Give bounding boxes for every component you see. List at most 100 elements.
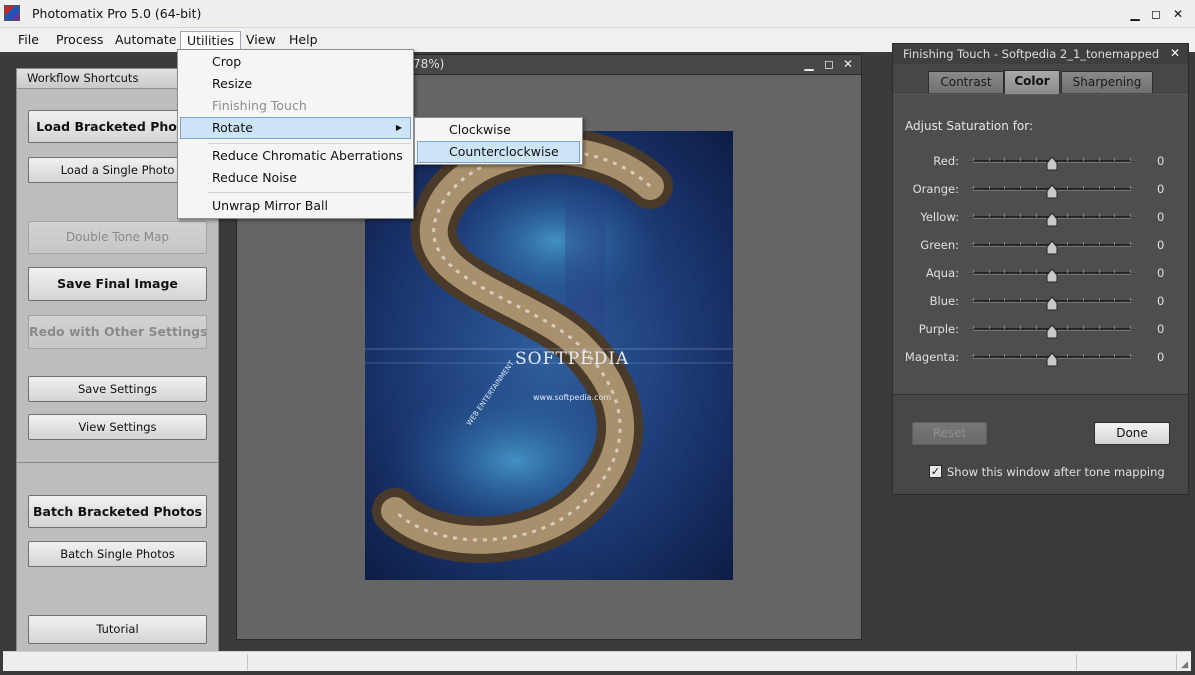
menu-item-reduce-chromatic-aberrations[interactable]: Reduce Chromatic Aberrations [180,145,411,167]
slider-thumb[interactable] [1046,213,1058,227]
saturation-slider-row: Green: 0 [893,236,1188,256]
slider-tick [1036,242,1037,245]
slider-thumb[interactable] [1046,157,1058,171]
saturation-slider-row: Blue: 0 [893,292,1188,312]
close-icon[interactable]: ✕ [840,56,856,72]
saturation-slider-row: Magenta: 0 [893,348,1188,368]
saturation-value: 0 [1157,154,1165,168]
slider-tick [1067,354,1068,357]
color-tab-body: Adjust Saturation for: Red: 0 Orange: 0 Yell… [893,94,1188,395]
tutorial-button[interactable]: Tutorial [28,615,207,644]
menu-item-crop[interactable]: Crop [180,51,411,73]
saturation-slider-row: Purple: 0 [893,320,1188,340]
menu-item-reduce-noise[interactable]: Reduce Noise [180,167,411,189]
menu-file[interactable]: File [12,31,45,51]
slider-tick [1067,186,1068,189]
menu-item-unwrap-mirror-ball[interactable]: Unwrap Mirror Ball [180,195,411,217]
slider-thumb[interactable] [1046,325,1058,339]
show-window-checkbox-label: Show this window after tone mapping [947,465,1165,479]
slider-tick [1004,326,1005,329]
close-icon[interactable]: ✕ [1168,4,1188,24]
reset-button[interactable]: Reset [912,422,987,445]
slider-thumb[interactable] [1046,241,1058,255]
slider-tick [1083,354,1084,357]
menu-item-clockwise[interactable]: Clockwise [417,119,580,141]
slider-tick [1067,242,1068,245]
menu-utilities[interactable]: Utilities [180,31,242,51]
close-icon[interactable]: ✕ [1170,46,1180,60]
status-divider [247,654,248,670]
menu-separator [208,143,411,144]
slider-tick [1114,186,1115,189]
slider-tick [973,242,974,245]
saturation-label: Blue: [929,294,959,308]
batch-bracketed-photos-button[interactable]: Batch Bracketed Photos [28,495,207,528]
menu-item-resize[interactable]: Resize [180,73,411,95]
minimize-icon[interactable]: ▁ [1125,4,1145,24]
slider-thumb[interactable] [1046,185,1058,199]
view-settings-button[interactable]: View Settings [28,414,207,440]
slider-tick [1020,270,1021,273]
double-tone-map-button[interactable]: Double Tone Map [28,221,207,254]
slider-tick [1099,298,1100,301]
slider-tick [1020,242,1021,245]
save-final-image-button[interactable]: Save Final Image [28,267,207,301]
menu-item-counterclockwise[interactable]: Counterclockwise [417,141,580,163]
batch-single-photos-button[interactable]: Batch Single Photos [28,541,207,567]
slider-tick [1020,158,1021,161]
slider-tick [1099,186,1100,189]
save-settings-button[interactable]: Save Settings [28,376,207,402]
show-window-checkbox[interactable]: ✓ [929,465,942,478]
resize-grip-icon[interactable]: ◢ [1181,660,1188,670]
slider-thumb[interactable] [1046,297,1058,311]
slider-tick [973,158,974,161]
redo-other-settings-button[interactable]: Redo with Other Settings [28,315,207,349]
slider-thumb[interactable] [1046,269,1058,283]
slider-tick [1036,354,1037,357]
slider-tick [1114,354,1115,357]
menu-item-finishing-touch[interactable]: Finishing Touch [180,95,411,117]
slider-tick [1020,214,1021,217]
slider-tick [1004,214,1005,217]
tab-color[interactable]: Color [1004,70,1060,94]
menu-help[interactable]: Help [283,31,324,51]
tab-sharpening[interactable]: Sharpening [1061,71,1153,93]
slider-tick [989,242,990,245]
slider-tick [1130,298,1131,301]
slider-tick [1036,326,1037,329]
slider-tick [1099,242,1100,245]
slider-tick [1067,158,1068,161]
slider-tick [1083,186,1084,189]
maximize-icon[interactable]: ◻ [821,56,837,72]
slider-tick [973,354,974,357]
slider-tick [1004,186,1005,189]
slider-tick [1067,214,1068,217]
slider-tick [989,214,990,217]
slider-tick [1114,298,1115,301]
done-button[interactable]: Done [1094,422,1170,445]
menu-automate[interactable]: Automate [109,31,182,51]
slider-tick [1099,270,1100,273]
slider-tick [1067,326,1068,329]
slider-tick [1083,214,1084,217]
minimize-icon[interactable]: ▁ [801,56,817,72]
slider-tick [1004,242,1005,245]
slider-tick [1083,326,1084,329]
slider-tick [1036,298,1037,301]
maximize-icon[interactable]: ◻ [1146,4,1166,24]
slider-tick [1083,270,1084,273]
saturation-slider-row: Yellow: 0 [893,208,1188,228]
saturation-label: Orange: [912,182,959,196]
menu-view[interactable]: View [240,31,282,51]
menu-process[interactable]: Process [50,31,109,51]
slider-tick [989,326,990,329]
slider-tick [1067,298,1068,301]
menu-item-rotate[interactable]: Rotate ▶ [180,117,411,139]
photo-watermark: SOFTPEDIA [515,349,629,369]
rotate-submenu: Clockwise Counterclockwise [414,117,583,165]
finishing-touch-panel: Finishing Touch - Softpedia 2_1_tonemapp… [892,43,1189,495]
slider-tick [1130,242,1131,245]
slider-tick [973,186,974,189]
tab-contrast[interactable]: Contrast [928,71,1004,93]
slider-thumb[interactable] [1046,353,1058,367]
